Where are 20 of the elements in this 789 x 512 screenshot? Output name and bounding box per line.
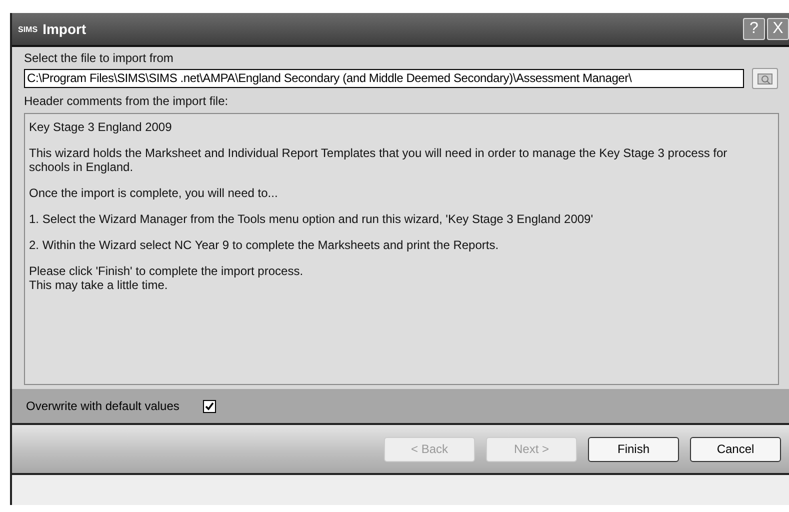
wizard-button[interactable]: Cancel: [690, 436, 781, 462]
comment-text: Key Stage 3 England 2009: [29, 120, 173, 134]
comment-text: This wizard holds the Marksheet and Individual Report Templates that you will need in order to manage the Key Stage 3 process for schools in England.: [29, 146, 728, 174]
window-title: Import: [42, 21, 86, 37]
browse-button[interactable]: [752, 68, 778, 89]
comment-text: Once the import is complete, you will need to...: [29, 186, 279, 200]
close-button[interactable]: X: [767, 18, 789, 40]
comment-text: 2. Within the Wizard select NC Year 9 to complete the Marksheets and print the Reports.: [29, 238, 500, 252]
folder-search-icon: [757, 72, 773, 84]
comment-text: Please click 'Finish' to complete the import process. This may take a little time.: [29, 264, 304, 292]
overwrite-checkbox[interactable]: [203, 400, 216, 412]
file-path-field[interactable]: C:\Program Files\SIMS\SIMS .net\AMPA\England Secondary (and Middle Deemed Secondary)\Assessment Manager\: [24, 69, 744, 88]
comments-label: Header comments from the import file:: [24, 93, 230, 110]
wizard-button[interactable]: Finish: [588, 436, 679, 462]
check-icon: [205, 402, 214, 410]
help-button[interactable]: ?: [743, 18, 765, 40]
comment-text: 1. Select the Wizard Manager from the Tools menu option and run this wizard, 'Key Stage 3 England 2009': [29, 212, 594, 226]
app-logo: SIMS: [18, 24, 38, 34]
file-label: Select the file to import from: [24, 50, 174, 67]
overwrite-label: Overwrite with default values: [26, 399, 180, 413]
